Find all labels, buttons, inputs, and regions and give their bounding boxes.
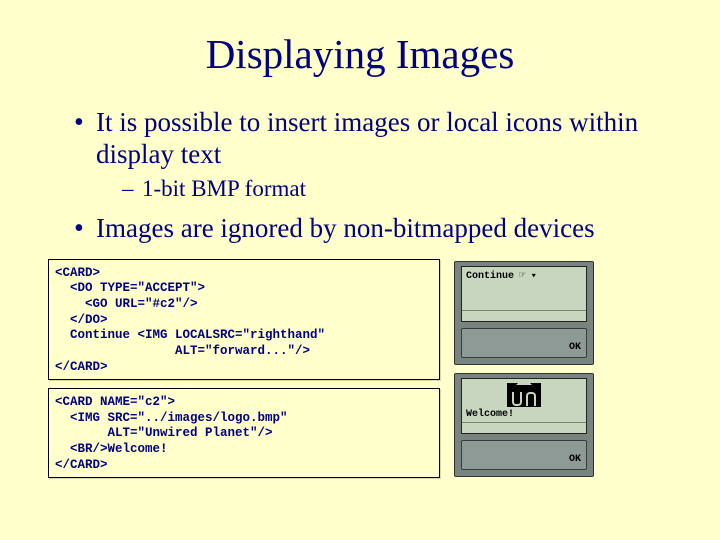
bullet-2-text: Images are ignored by non-bitmapped devi… <box>96 213 595 243</box>
lcd-1: Continue ☞ ▾ <box>461 266 587 322</box>
bullet-list: It is possible to insert images or local… <box>48 106 672 245</box>
scroll-arrow-icon: ▾ <box>530 272 537 281</box>
lcd-2-separator <box>462 422 586 423</box>
righthand-icon: ☞ <box>519 271 526 282</box>
code-block-2: <CARD NAME="c2"> <IMG SRC="../images/log… <box>48 388 440 478</box>
code-column: <CARD> <DO TYPE="ACCEPT"> <GO URL="#c2"/… <box>48 259 440 487</box>
ok-label-2: OK <box>569 454 581 465</box>
bullet-1-sublist: 1-bit BMP format <box>96 175 672 203</box>
device-screen-2: Welcome! OK <box>454 373 594 477</box>
bullet-1-text: It is possible to insert images or local… <box>96 107 638 169</box>
bullet-1-sub-text: 1-bit BMP format <box>142 176 306 201</box>
content-row: <CARD> <DO TYPE="ACCEPT"> <GO URL="#c2"/… <box>48 259 672 487</box>
code-block-1: <CARD> <DO TYPE="ACCEPT"> <GO URL="#c2"/… <box>48 259 440 380</box>
slide: Displaying Images It is possible to inse… <box>0 0 720 540</box>
slide-title: Displaying Images <box>48 30 672 78</box>
device-2-buttons: OK <box>461 440 587 470</box>
ok-label-1: OK <box>569 342 581 353</box>
unwired-planet-logo-icon <box>507 383 541 407</box>
device-screen-1: Continue ☞ ▾ OK <box>454 261 594 365</box>
lcd-1-row: Continue ☞ ▾ <box>466 271 582 282</box>
device-1-buttons: OK <box>461 328 587 358</box>
bullet-2: Images are ignored by non-bitmapped devi… <box>74 212 672 244</box>
bullet-1: It is possible to insert images or local… <box>74 106 672 202</box>
lcd-2-welcome: Welcome! <box>466 409 514 420</box>
lcd-1-separator <box>462 310 586 311</box>
lcd-2: Welcome! <box>461 378 587 434</box>
bullet-1-sub: 1-bit BMP format <box>122 175 672 203</box>
lcd-1-text: Continue <box>466 271 514 282</box>
screens-column: Continue ☞ ▾ OK Welcome! <box>454 261 594 477</box>
